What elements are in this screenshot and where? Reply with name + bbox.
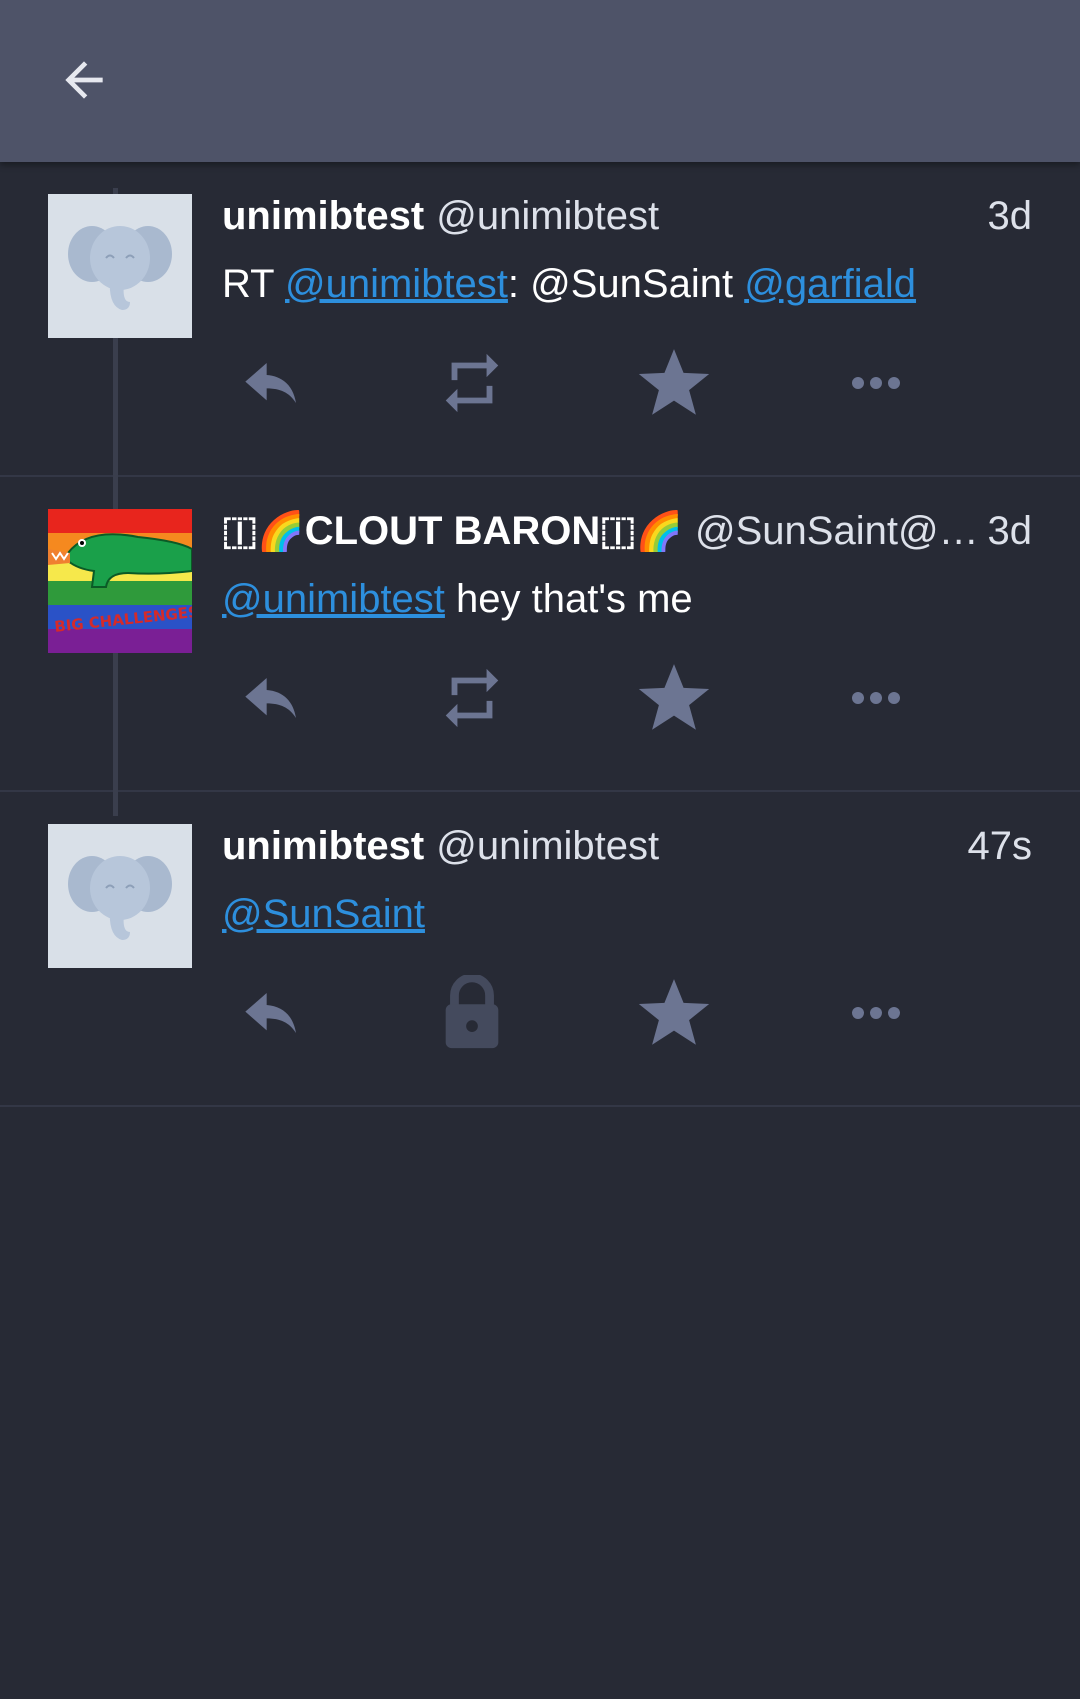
display-name-glyph: 🇮 xyxy=(600,508,636,553)
elephant-avatar[interactable] xyxy=(48,824,192,968)
status-header: unimibtest @unimibtest 3d xyxy=(222,188,1032,244)
more-button[interactable] xyxy=(826,653,926,743)
lock-icon xyxy=(445,975,499,1049)
account-handle[interactable]: @SunSaint@wit… xyxy=(695,509,988,554)
reply-button[interactable] xyxy=(222,338,322,428)
elephant-icon xyxy=(68,856,172,940)
display-name-glyph: 🇮 xyxy=(222,508,258,553)
favourite-icon xyxy=(638,979,710,1045)
display-name-text: CLOUT BARON xyxy=(304,508,601,553)
reply-button[interactable] xyxy=(222,968,322,1058)
elephant-avatar[interactable] xyxy=(48,194,192,338)
status-actions xyxy=(222,338,1032,428)
reply-icon xyxy=(245,678,296,718)
timestamp[interactable]: 3d xyxy=(988,194,1033,239)
crocodile-pride-avatar[interactable]: BIG CHALLENGES xyxy=(48,509,192,653)
status-actions xyxy=(222,968,1032,1058)
rainbow-emoji-icon: 🌈 xyxy=(257,508,305,553)
timestamp[interactable]: 3d xyxy=(988,509,1033,554)
more-icon xyxy=(852,692,900,704)
boost-button[interactable] xyxy=(422,338,522,428)
status-header: unimibtest @unimibtest 47s xyxy=(222,818,1032,874)
more-icon xyxy=(852,377,900,389)
display-name[interactable]: unimibtest xyxy=(222,194,424,239)
content-text: : @SunSaint xyxy=(507,262,745,306)
status-content: @unimibtest hey that's me xyxy=(222,571,1032,627)
favourite-button[interactable] xyxy=(624,653,724,743)
boost-icon xyxy=(445,668,499,728)
elephant-icon xyxy=(68,226,172,310)
status-content: @SunSaint xyxy=(222,886,1032,942)
more-button[interactable] xyxy=(826,968,926,1058)
favourite-button[interactable] xyxy=(624,968,724,1058)
status-item[interactable]: unimibtest @unimibtest 47s @SunSaint xyxy=(0,792,1080,1107)
favourite-icon xyxy=(638,664,710,730)
mention-link[interactable]: @SunSaint xyxy=(222,892,425,936)
rainbow-emoji-icon: 🌈 xyxy=(635,508,683,553)
favourite-icon xyxy=(638,349,710,415)
mention-link[interactable]: @unimibtest xyxy=(285,262,508,306)
crocodile-pride-image: BIG CHALLENGES xyxy=(48,509,192,653)
timestamp[interactable]: 47s xyxy=(968,824,1033,869)
display-name[interactable]: unimibtest xyxy=(222,824,424,869)
boost-button[interactable] xyxy=(422,653,522,743)
account-handle[interactable]: @unimibtest xyxy=(436,194,987,239)
content-text: hey that's me xyxy=(444,577,693,621)
display-name[interactable]: 🇮🌈CLOUT BARON🇮🌈 xyxy=(222,509,683,554)
boost-icon xyxy=(445,353,499,413)
arrow-left-icon xyxy=(65,61,103,99)
more-button[interactable] xyxy=(826,338,926,428)
reply-icon xyxy=(245,993,296,1033)
more-icon xyxy=(852,1007,900,1019)
reply-icon xyxy=(245,363,296,403)
status-header: 🇮🌈CLOUT BARON🇮🌈 @SunSaint@wit… 3d xyxy=(222,503,1032,559)
status-item[interactable]: BIG CHALLENGES 🇮🌈CLOUT BARON🇮🌈 @SunSaint… xyxy=(0,477,1080,792)
favourite-button[interactable] xyxy=(624,338,724,428)
status-item[interactable]: unimibtest @unimibtest 3d RT @unimibtest… xyxy=(0,162,1080,477)
boost-disabled-button xyxy=(422,968,522,1058)
content-text: RT xyxy=(222,262,285,306)
status-actions xyxy=(222,653,1032,743)
top-app-bar xyxy=(0,0,1080,162)
status-content: RT @unimibtest: @SunSaint @garfiald xyxy=(222,256,1032,312)
mention-link[interactable]: @unimibtest xyxy=(222,577,445,621)
back-button[interactable] xyxy=(48,44,120,116)
reply-button[interactable] xyxy=(222,653,322,743)
mention-link[interactable]: @garfiald xyxy=(744,262,916,306)
account-handle[interactable]: @unimibtest xyxy=(436,824,967,869)
